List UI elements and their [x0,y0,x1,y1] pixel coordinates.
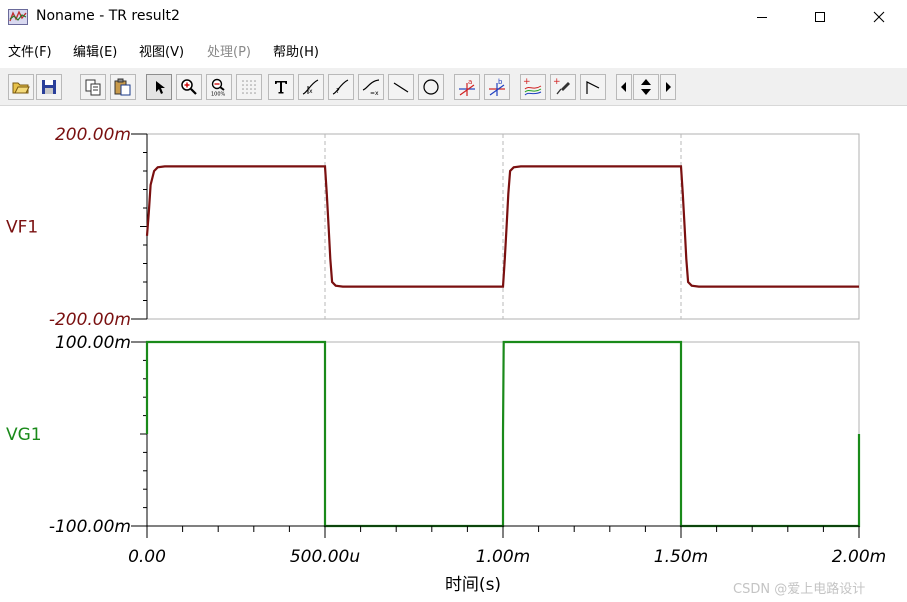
x-axis-ticks [146,526,860,538]
waveform-plot[interactable]: 200.00m -200.00m VF1 100.00m -100.00m VG… [0,108,907,602]
grid-icon [242,80,256,94]
scroll-right-button[interactable] [660,74,676,100]
marker-b-icon: b [489,78,505,96]
svg-text:=x: =x [370,90,379,96]
cursor-b-icon: ? [332,79,349,95]
axis-button[interactable] [580,74,606,100]
probe-icon: + [553,77,570,95]
scroll-left-button[interactable] [616,74,632,100]
vf1-axis-ticks [131,133,147,320]
probe-button[interactable]: + [550,74,576,100]
open-button[interactable] [8,74,34,100]
marker-a-button[interactable]: a [454,74,480,100]
menu-bar: 文件(F) 编辑(E) 视图(V) 处理(P) 帮助(H) [0,38,907,60]
cursor-a-button[interactable]: x [298,74,324,100]
curve-label-button[interactable]: =x [358,74,384,100]
menu-file[interactable]: 文件(F) [8,41,52,60]
svg-text:?: ? [336,87,340,95]
vf1-series-label: VF1 [6,218,38,238]
zoom-in-icon [181,79,197,95]
svg-text:b: b [498,78,503,86]
x-tick-label: 2.00m [832,547,886,567]
x-tick-label: 1.50m [654,547,708,567]
watermark: CSDN @爱上电路设计 [733,582,866,597]
add-trace-button[interactable]: + [520,74,546,100]
save-icon [42,80,56,94]
scroll-left-icon [621,82,626,92]
curve-label-icon: =x [362,79,380,96]
pointer-icon [156,81,165,94]
scroll-right-icon [666,82,671,92]
circle-button[interactable] [418,74,444,100]
vg1-y-min-label: -100.00m [49,517,131,537]
zoom-in-button[interactable] [176,74,202,100]
close-button[interactable] [856,0,902,34]
line-button[interactable] [388,74,414,100]
add-trace-icon: + [523,77,542,96]
vg1-series-label: VG1 [6,425,42,445]
zoom-100-icon: 100% [211,78,226,97]
open-icon [12,82,30,94]
menu-edit[interactable]: 编辑(E) [73,41,117,60]
text-button[interactable] [268,74,294,100]
menu-help[interactable]: 帮助(H) [273,41,319,60]
svg-text:+: + [553,77,561,87]
cursor-a-icon: x [302,79,319,95]
paste-button[interactable] [110,74,136,100]
paste-icon [114,78,131,96]
title-bar: Noname - TR result2 [0,0,907,36]
vf1-panel: 200.00m -200.00m VF1 [6,125,860,330]
svg-text:+: + [523,77,531,87]
menu-view[interactable]: 视图(V) [139,41,184,60]
marker-b-button[interactable]: b [484,74,510,100]
grid-button[interactable] [236,74,262,100]
svg-text:100%: 100% [211,92,226,97]
vf1-gridlines [324,134,682,319]
scroll-updown-button[interactable] [633,74,659,100]
minimize-icon [757,17,767,18]
vf1-y-max-label: 200.00m [55,125,131,145]
text-icon [275,81,287,94]
toolbar: 100% x ? =x a b + + [0,68,907,106]
window-title: Noname - TR result2 [36,8,180,24]
x-axis-tick-labels: 0.00 500.00u 1.00m 1.50m 2.00m [128,547,886,567]
vg1-panel: 100.00m -100.00m VG1 [6,333,861,537]
axis-icon [586,81,600,94]
marker-a-icon: a [459,78,475,96]
vg1-trace [145,340,861,528]
close-icon [873,11,885,23]
pointer-button[interactable] [146,74,172,100]
copy-icon [85,79,101,96]
app-icon [8,7,28,27]
x-axis-title: 时间(s) [445,575,501,595]
save-button[interactable] [36,74,62,100]
svg-text:a: a [468,78,472,86]
x-tick-label: 500.00u [290,547,360,567]
circle-icon [423,79,439,95]
vf1-y-min-label: -200.00m [49,310,131,330]
x-tick-label: 1.00m [476,547,530,567]
zoom-100-button[interactable]: 100% [206,74,232,100]
x-tick-label: 0.00 [128,547,166,567]
menu-process[interactable]: 处理(P) [207,41,251,60]
cursor-b-button[interactable]: ? [328,74,354,100]
minimize-button[interactable] [739,0,785,34]
maximize-icon [815,12,825,22]
copy-button[interactable] [80,74,106,100]
vg1-axis-ticks [131,341,147,527]
line-icon [393,82,409,93]
svg-text:x: x [309,88,313,95]
vg1-y-max-label: 100.00m [55,333,131,353]
scroll-updown-icon [641,79,651,95]
maximize-button[interactable] [797,0,843,34]
